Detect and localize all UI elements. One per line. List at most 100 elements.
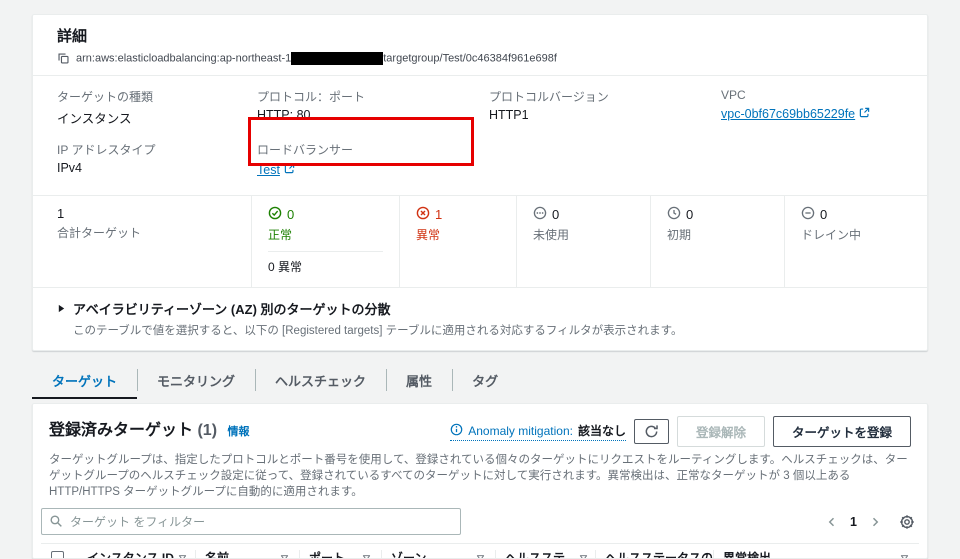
expand-triangle-icon — [57, 301, 66, 316]
stat-value-row: 0 — [801, 206, 911, 223]
stat-label: 異常 — [416, 226, 500, 243]
divider — [268, 251, 383, 252]
tab-bar: ターゲット モニタリング ヘルスチェック 属性 タグ — [32, 365, 960, 399]
deregister-button[interactable]: 登録解除 — [677, 416, 765, 447]
field-load-balancer: ロードバランサー Test — [257, 141, 489, 179]
arn-prefix: arn:aws:elasticloadbalancing:ap-northeas… — [76, 52, 291, 64]
header-label: ゾーン — [391, 549, 426, 559]
filter-targets-input[interactable] — [41, 508, 461, 535]
az-distribution-section: アベイラビリティーゾーン (AZ) 別のターゲットの分散 このテーブルで値を選択… — [33, 287, 927, 350]
header-label: 異常検出 — [723, 551, 771, 559]
select-all-checkbox[interactable] — [51, 551, 64, 559]
select-all-header-cell — [41, 544, 77, 559]
az-expander[interactable]: アベイラビリティーゾーン (AZ) 別のターゲットの分散 — [57, 299, 903, 318]
registered-targets-title-group: 登録済みターゲット (1) 情報 — [49, 416, 249, 440]
vpc-link-text[interactable]: vpc-0bf67c69bb65229fe — [721, 107, 855, 121]
stat-value: 1 — [435, 207, 442, 222]
header-health-status[interactable]: ヘルスステ... — [495, 544, 595, 559]
az-description: このテーブルで値を選択すると、以下の [Registered targets] … — [73, 322, 903, 338]
anomaly-mitigation-link[interactable]: Anomaly mitigation: 該当なし — [450, 422, 626, 441]
arn-suffix: targetgroup/Test/0c46384f961e698f — [383, 52, 557, 64]
info-circle-icon — [450, 423, 463, 439]
anomaly-mitigation-value: 該当なし — [578, 422, 626, 439]
initial-clock-icon — [667, 206, 681, 223]
header-name[interactable]: 名前 — [195, 544, 299, 559]
stat-label: ドレイン中 — [801, 226, 911, 243]
stat-value-row: 1 — [416, 206, 500, 223]
header-port[interactable]: ポート — [299, 544, 381, 559]
header-zone[interactable]: ゾーン — [381, 544, 495, 559]
details-card: 詳細 arn:aws:elasticloadbalancing:ap-north… — [32, 14, 928, 351]
stat-value: 1 — [57, 206, 235, 221]
header-filter-cell[interactable] — [889, 544, 919, 559]
tab-tags[interactable]: タグ — [452, 365, 518, 399]
previous-page-chevron-icon[interactable] — [826, 516, 838, 528]
search-icon — [49, 514, 63, 533]
header-label: インスタンス ID — [87, 549, 174, 559]
refresh-icon — [644, 428, 659, 442]
load-balancer-link-text[interactable]: Test — [257, 163, 280, 177]
field-protocol-version: プロトコルバージョン HTTP1 — [489, 88, 721, 127]
stat-value: 0 — [552, 207, 559, 222]
stat-value-row: 0 — [533, 206, 634, 223]
details-fields: ターゲットの種類 インスタンス プロトコル：ポート HTTP: 80 プロトコル… — [33, 76, 927, 195]
registered-targets-header: 登録済みターゲット (1) 情報 Anomaly mitigation: 該当な… — [33, 404, 927, 447]
tab-monitoring[interactable]: モニタリング — [137, 365, 255, 399]
health-summary-strip: 1 合計ターゲット 0 正常 0 異常 1 異常 — [33, 195, 927, 287]
search-box — [41, 508, 461, 535]
current-page-number[interactable]: 1 — [850, 515, 857, 529]
registered-targets-actions: Anomaly mitigation: 該当なし 登録解除 ターゲットを登録 — [450, 416, 911, 447]
header-health-detail[interactable]: ヘルスステータスの詳細 — [595, 544, 713, 559]
field-label: ロードバランサー — [257, 141, 489, 158]
arn-row: arn:aws:elasticloadbalancing:ap-northeas… — [57, 52, 903, 65]
field-protocol-port: プロトコル：ポート HTTP: 80 — [257, 88, 489, 127]
copy-icon[interactable] — [57, 52, 70, 65]
header-anomaly-detection[interactable]: 異常検出 — [713, 544, 889, 559]
registered-targets-count: (1) — [197, 422, 217, 439]
filter-row: 1 — [41, 508, 919, 535]
preferences-gear-icon[interactable] — [899, 514, 915, 530]
info-link[interactable]: 情報 — [227, 426, 249, 438]
register-targets-button[interactable]: ターゲットを登録 — [773, 416, 911, 447]
stat-label: 初期 — [667, 226, 768, 243]
field-value: HTTP1 — [489, 108, 721, 122]
field-value: インスタンス — [57, 108, 257, 127]
details-header: 詳細 arn:aws:elasticloadbalancing:ap-north… — [33, 15, 927, 76]
field-label: ターゲットの種類 — [57, 88, 257, 105]
header-instance-id[interactable]: インスタンス ID — [77, 544, 195, 559]
header-label: ヘルスステータスの詳細 — [605, 551, 713, 559]
external-link-icon — [859, 107, 870, 121]
anomaly-mitigation-label: Anomaly mitigation: — [468, 424, 573, 438]
stat-initial: 0 初期 — [650, 196, 784, 287]
filter-caret-icon[interactable] — [476, 551, 485, 559]
filter-caret-icon[interactable] — [280, 551, 289, 559]
tab-health-checks[interactable]: ヘルスチェック — [255, 365, 386, 399]
field-label: プロトコル：ポート — [257, 88, 489, 105]
field-ip-address-type: IP アドレスタイプ IPv4 — [57, 141, 257, 179]
load-balancer-link[interactable]: Test — [257, 163, 295, 177]
healthy-check-circle-icon — [268, 206, 282, 223]
tab-targets[interactable]: ターゲット — [32, 365, 137, 399]
registered-targets-description: ターゲットグループは、指定したプロトコルとポート番号を使用して、登録されている個… — [33, 447, 927, 500]
field-target-type: ターゲットの種類 インスタンス — [57, 88, 257, 127]
stat-value: 0 — [820, 207, 827, 222]
tab-attributes[interactable]: 属性 — [386, 365, 452, 399]
filter-caret-icon[interactable] — [900, 551, 909, 559]
stat-value-row: 0 — [667, 206, 768, 223]
external-link-icon — [284, 163, 295, 177]
stat-value-row: 0 — [268, 206, 383, 223]
vpc-link[interactable]: vpc-0bf67c69bb65229fe — [721, 107, 870, 121]
field-vpc: VPC vpc-0bf67c69bb65229fe — [721, 88, 903, 127]
header-label: 名前 — [205, 549, 229, 559]
stat-healthy: 0 正常 0 異常 — [251, 196, 399, 287]
registered-targets-card: 登録済みターゲット (1) 情報 Anomaly mitigation: 該当な… — [32, 403, 928, 559]
filter-caret-icon[interactable] — [178, 551, 187, 559]
refresh-button[interactable] — [634, 419, 669, 444]
stat-label: 合計ターゲット — [57, 224, 235, 241]
filter-caret-icon[interactable] — [362, 551, 371, 559]
next-page-chevron-icon[interactable] — [869, 516, 881, 528]
table-header-row: インスタンス ID 名前 ポート ゾーン ヘルスステ... ヘルスステータスの詳… — [41, 544, 919, 559]
stat-unhealthy: 1 異常 — [399, 196, 516, 287]
stat-label: 正常 — [268, 226, 383, 243]
filter-caret-icon[interactable] — [579, 551, 588, 559]
